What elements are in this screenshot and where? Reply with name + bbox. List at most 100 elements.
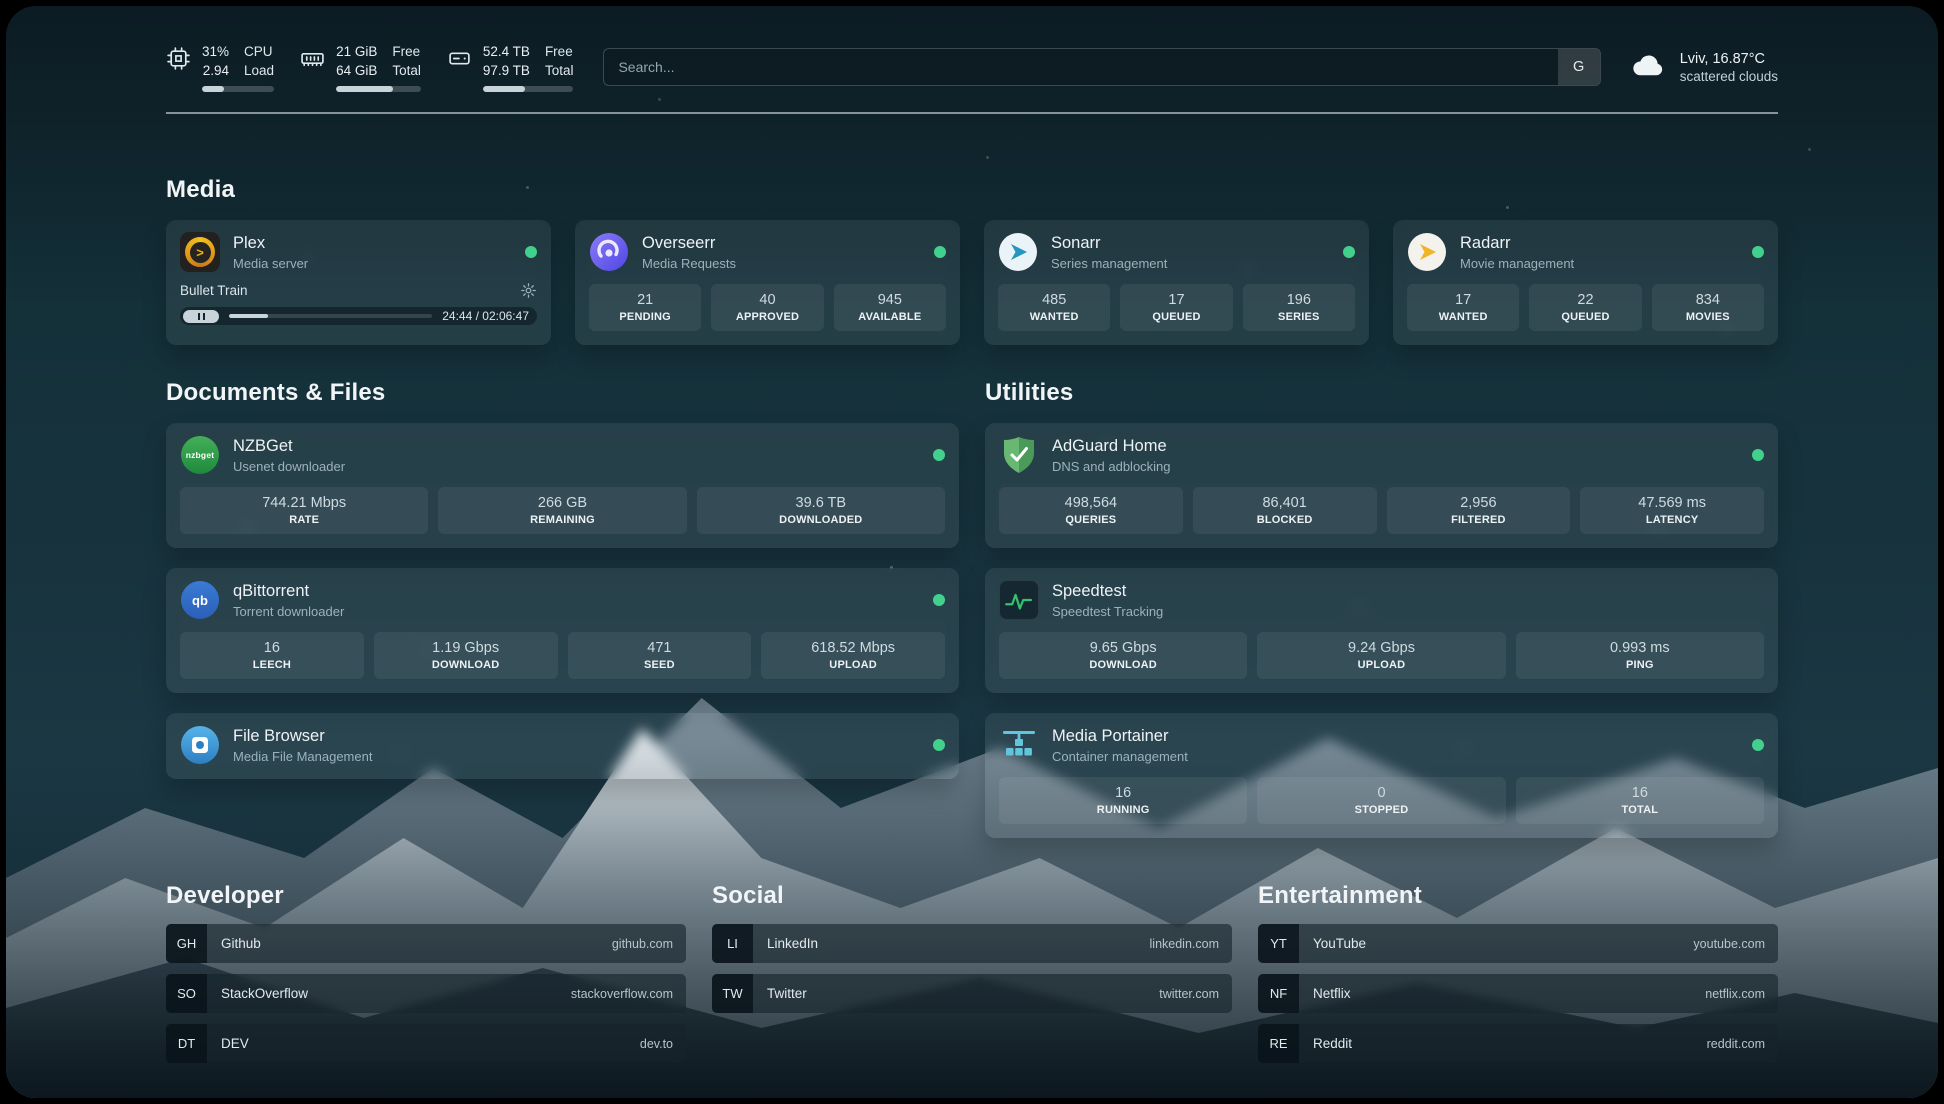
service-name: Plex <box>233 234 512 253</box>
portainer-card[interactable]: Media Portainer Container management 16 … <box>985 713 1778 838</box>
service-description: Speedtest Tracking <box>1052 604 1764 619</box>
status-dot <box>1752 739 1764 751</box>
service-name: Speedtest <box>1052 582 1764 601</box>
seek-track[interactable] <box>229 314 432 318</box>
disk-total-label: Total <box>545 61 574 80</box>
bookmark-item-netflix[interactable]: NF Netflix netflix.com <box>1258 974 1778 1013</box>
bookmark-abbr: DT <box>166 1024 207 1063</box>
status-dot <box>1343 246 1355 258</box>
stat-filtered: 2,956 FILTERED <box>1387 487 1571 534</box>
service-description: Media server <box>233 256 512 271</box>
pause-button[interactable] <box>183 310 219 323</box>
cpu-load-value: 2.94 <box>202 61 229 80</box>
bookmark-item-reddit[interactable]: RE Reddit reddit.com <box>1258 1024 1778 1063</box>
stat-seed: 471 SEED <box>568 632 752 679</box>
portainer-icon <box>999 725 1039 765</box>
bookmark-item-dev[interactable]: DT DEV dev.to <box>166 1024 686 1063</box>
speedtest-card[interactable]: Speedtest Speedtest Tracking 9.65 Gbps D… <box>985 568 1778 693</box>
speedtest-icon <box>999 580 1039 620</box>
service-description: Media Requests <box>642 256 921 271</box>
bookmark-url: netflix.com <box>1705 987 1765 1001</box>
service-name: qBittorrent <box>233 582 920 601</box>
memory-progress-bar <box>336 86 421 92</box>
status-dot <box>934 246 946 258</box>
memory-total-label: Total <box>392 61 421 80</box>
bookmark-abbr: LI <box>712 924 753 963</box>
service-description: Movie management <box>1460 256 1739 271</box>
bookmark-url: youtube.com <box>1693 937 1765 951</box>
cloud-icon <box>1629 46 1667 89</box>
adguard-card[interactable]: AdGuard Home DNS and adblocking 498,564 … <box>985 423 1778 548</box>
disk-free-label: Free <box>545 42 574 61</box>
bookmark-name: Twitter <box>767 986 807 1001</box>
weather-widget: Lviv, 16.87°C scattered clouds <box>1629 46 1778 89</box>
dashboard: 31% 2.94 CPU Load <box>6 6 1938 1098</box>
adguard-icon <box>999 435 1039 475</box>
bookmark-name: LinkedIn <box>767 936 818 951</box>
bookmark-url: reddit.com <box>1707 1037 1765 1051</box>
qbittorrent-card[interactable]: qb qBittorrent Torrent downloader 16 LEE… <box>166 568 959 693</box>
status-dot <box>933 449 945 461</box>
stat-queued: 22 QUEUED <box>1529 284 1641 331</box>
weather-location: Lviv, 16.87°C <box>1680 51 1778 67</box>
playback-time: 24:44 / 02:06:47 <box>442 309 529 323</box>
stat-stopped: 0 STOPPED <box>1257 777 1505 824</box>
plex-icon: > <box>180 232 220 272</box>
bookmark-item-youtube[interactable]: YT YouTube youtube.com <box>1258 924 1778 963</box>
service-name: Media Portainer <box>1052 727 1739 746</box>
filebrowser-card[interactable]: File Browser Media File Management <box>166 713 959 779</box>
bookmark-item-github[interactable]: GH Github github.com <box>166 924 686 963</box>
nzbget-icon: nzbget <box>180 435 220 475</box>
bookmark-url: twitter.com <box>1159 987 1219 1001</box>
stat-wanted: 17 WANTED <box>1407 284 1519 331</box>
search-provider-button[interactable]: G <box>1558 49 1600 85</box>
stat-download: 9.65 Gbps DOWNLOAD <box>999 632 1247 679</box>
service-description: DNS and adblocking <box>1052 459 1739 474</box>
bookmark-abbr: GH <box>166 924 207 963</box>
bookmark-item-twitter[interactable]: TW Twitter twitter.com <box>712 974 1232 1013</box>
stat-pending: 21 PENDING <box>589 284 701 331</box>
settings-gear-icon[interactable] <box>520 282 537 299</box>
stat-downloaded: 39.6 TB DOWNLOADED <box>697 487 945 534</box>
service-description: Container management <box>1052 749 1739 764</box>
overseerr-card[interactable]: Overseerr Media Requests 21 PENDING 40 A… <box>575 220 960 345</box>
memory-widget: 21 GiB 64 GiB Free Total <box>300 42 421 92</box>
stat-remaining: 266 GB REMAINING <box>438 487 686 534</box>
stat-approved: 40 APPROVED <box>711 284 823 331</box>
service-description: Usenet downloader <box>233 459 920 474</box>
bookmark-group-developer: Developer GH Github github.com SO StackO… <box>166 882 686 1063</box>
section-title-media: Media <box>166 176 1778 204</box>
bookmark-item-stackoverflow[interactable]: SO StackOverflow stackoverflow.com <box>166 974 686 1013</box>
disk-free-value: 52.4 TB <box>483 42 530 61</box>
now-playing-title: Bullet Train <box>180 283 520 298</box>
search-input[interactable] <box>604 49 1557 85</box>
status-dot <box>1752 246 1764 258</box>
status-dot <box>933 739 945 751</box>
stat-queries: 498,564 QUERIES <box>999 487 1183 534</box>
status-dot <box>525 246 537 258</box>
plex-player-bar: 24:44 / 02:06:47 <box>180 307 537 325</box>
radarr-card[interactable]: Radarr Movie management 17 WANTED 22 QUE… <box>1393 220 1778 345</box>
plex-card[interactable]: > Plex Media server Bullet Train <box>166 220 551 345</box>
bookmark-name: Netflix <box>1313 986 1351 1001</box>
qbittorrent-icon: qb <box>180 580 220 620</box>
bookmark-url: linkedin.com <box>1150 937 1219 951</box>
bookmark-group-title: Developer <box>166 882 686 910</box>
header-divider <box>166 112 1778 114</box>
bookmark-name: Github <box>221 936 261 951</box>
section-utilities: Utilities <box>985 379 1778 838</box>
bookmark-abbr: TW <box>712 974 753 1013</box>
service-name: Sonarr <box>1051 234 1330 253</box>
bookmark-item-linkedin[interactable]: LI LinkedIn linkedin.com <box>712 924 1232 963</box>
stat-leech: 16 LEECH <box>180 632 364 679</box>
service-name: AdGuard Home <box>1052 437 1739 456</box>
service-description: Torrent downloader <box>233 604 920 619</box>
bookmark-name: YouTube <box>1313 936 1366 951</box>
sonarr-icon <box>998 232 1038 272</box>
sonarr-card[interactable]: Sonarr Series management 485 WANTED 17 Q… <box>984 220 1369 345</box>
nzbget-card[interactable]: nzbget NZBGet Usenet downloader 744.21 M… <box>166 423 959 548</box>
filebrowser-icon <box>180 725 220 765</box>
bookmark-abbr: SO <box>166 974 207 1013</box>
section-title-documents: Documents & Files <box>166 379 959 407</box>
cpu-percent: 31% <box>202 42 229 61</box>
